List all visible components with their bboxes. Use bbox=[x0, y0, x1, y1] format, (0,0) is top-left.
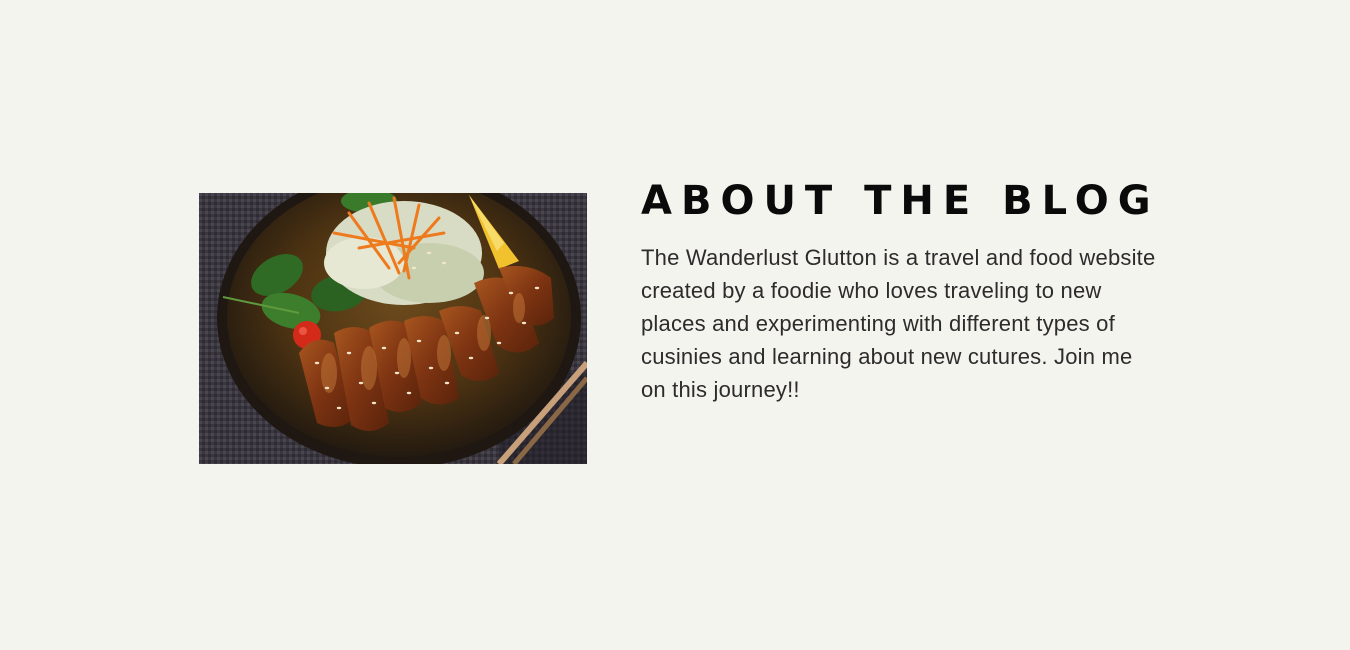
food-photo-illustration bbox=[199, 193, 587, 464]
about-content: ABOUT THE BLOG The Wanderlust Glutton is… bbox=[641, 178, 1201, 406]
about-section: ABOUT THE BLOG The Wanderlust Glutton is… bbox=[0, 0, 1350, 650]
about-description: The Wanderlust Glutton is a travel and f… bbox=[641, 245, 1156, 402]
about-title: ABOUT THE BLOG bbox=[641, 178, 1160, 224]
food-photo bbox=[199, 193, 587, 464]
